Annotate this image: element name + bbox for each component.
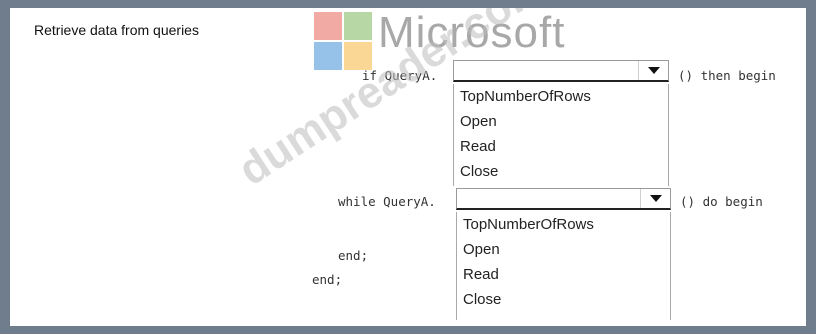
- code-end-inner: end;: [338, 248, 369, 263]
- logo-square-blue: [314, 42, 342, 70]
- option-read[interactable]: Read: [454, 134, 668, 159]
- option-open[interactable]: Open: [454, 109, 668, 134]
- code-while-prefix: while QueryA.: [338, 194, 436, 209]
- select-query-method-1[interactable]: [453, 60, 669, 82]
- chevron-down-icon[interactable]: [638, 61, 668, 80]
- logo-square-red: [314, 12, 342, 40]
- code-if-suffix: () then begin: [678, 68, 776, 83]
- logo-square-green: [344, 12, 372, 40]
- option-open[interactable]: Open: [457, 237, 670, 262]
- dropdown-list-2: TopNumberOfRows Open Read Close: [456, 212, 671, 320]
- option-read[interactable]: Read: [457, 262, 670, 287]
- code-while-suffix: () do begin: [680, 194, 763, 209]
- option-close[interactable]: Close: [457, 287, 670, 312]
- question-panel: Retrieve data from queries Microsoft if …: [10, 8, 806, 326]
- select-query-method-2[interactable]: [456, 188, 671, 210]
- page-title: Retrieve data from queries: [34, 22, 199, 38]
- option-topnumberofrows[interactable]: TopNumberOfRows: [457, 212, 670, 237]
- code-end-outer: end;: [312, 272, 343, 287]
- dropdown-list-1: TopNumberOfRows Open Read Close: [453, 84, 669, 186]
- option-close[interactable]: Close: [454, 159, 668, 184]
- chevron-down-icon[interactable]: [640, 189, 670, 208]
- option-topnumberofrows[interactable]: TopNumberOfRows: [454, 84, 668, 109]
